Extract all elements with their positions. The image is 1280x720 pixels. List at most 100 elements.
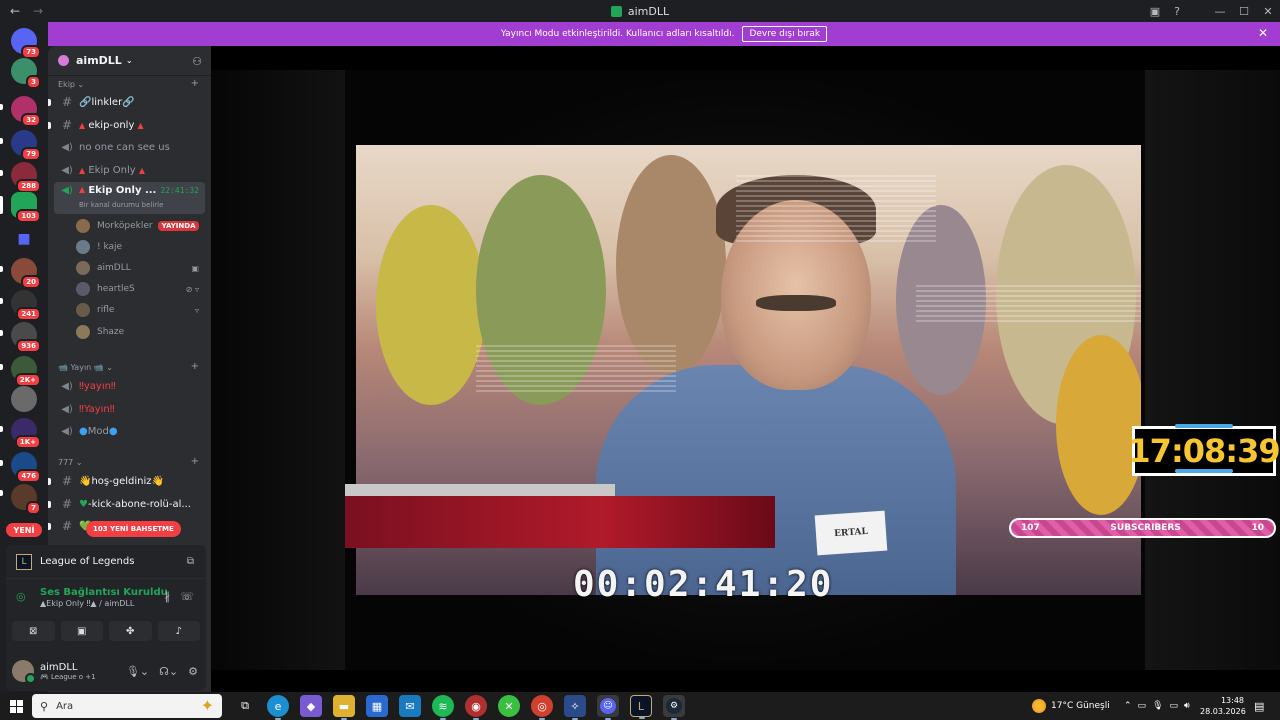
server-icon[interactable]: 79	[11, 130, 41, 161]
close-button[interactable]: ✕	[1256, 0, 1280, 22]
channel-hos-geldiniz[interactable]: # 👋hoş-geldiniz👋	[54, 471, 205, 491]
channel-mod[interactable]: ◀) ● Mod ●	[54, 421, 205, 441]
voice-member[interactable]: Morköpekler YAYINDA	[76, 216, 203, 236]
server-icon[interactable]: 936	[11, 322, 41, 353]
avatar	[76, 240, 90, 254]
league-client-icon[interactable]: L	[630, 695, 652, 719]
server-header[interactable]: aimDLL ⌄ ⚇	[48, 46, 211, 76]
title-bar: ← → aimDLL ▣ ? — ☐ ✕	[0, 0, 1280, 22]
mute-icon: ⊘ ▿	[185, 284, 199, 294]
tracker-icon[interactable]: ◉	[465, 695, 487, 720]
activity-name: League of Legends	[40, 556, 135, 567]
channel-ekip-only[interactable]: # ▲ ekip-only ▲	[54, 115, 205, 135]
channel-kick-abone[interactable]: # ♥ -kick-abone-rolü-al...	[54, 494, 205, 514]
voice-member[interactable]: Shaze	[76, 322, 203, 342]
weather-widget[interactable]: 17°C Güneşli	[1032, 692, 1110, 720]
headphones-icon[interactable]: ☊⌄	[159, 665, 178, 678]
activities-button[interactable]: ✤	[109, 621, 152, 641]
notification-icon[interactable]: ▤	[1254, 700, 1264, 713]
speaker-icon: ◀)	[61, 141, 73, 153]
channel-no-one-can-see-us[interactable]: ◀) no one can see us	[54, 137, 205, 157]
signal-icon[interactable]: ◎	[16, 590, 26, 603]
category-777[interactable]: 777 ⌄	[58, 458, 83, 467]
close-icon[interactable]: ✕	[1258, 26, 1268, 40]
subs-current: 107	[1021, 523, 1040, 533]
screen-share-button[interactable]: ▣	[60, 621, 103, 641]
server-icon[interactable]	[11, 386, 37, 412]
add-channel-icon[interactable]: +	[191, 78, 199, 89]
new-mentions-pill[interactable]: 103 YENİ BAHSETME	[86, 521, 181, 537]
server-icon[interactable]: 2K+	[11, 356, 41, 387]
server-icon[interactable]: 7	[11, 484, 41, 515]
server-icon[interactable]: 3	[11, 58, 41, 89]
app-tray-icon[interactable]: ▭	[1138, 701, 1147, 711]
server-icon[interactable]: 476	[11, 452, 41, 483]
name-tag: ERTAL	[814, 510, 888, 556]
server-icon[interactable]: 288	[11, 162, 41, 193]
channel-linkler[interactable]: # 🔗linkler🔗	[54, 92, 205, 112]
inbox-icon[interactable]: ▣	[1148, 4, 1162, 18]
task-view-icon[interactable]: ⧉	[234, 695, 256, 717]
add-channel-icon[interactable]: +	[191, 361, 199, 372]
gear-icon[interactable]: ⚙	[188, 665, 198, 678]
server-badge: 1K+	[14, 435, 41, 449]
server-icon[interactable]: 241	[11, 290, 41, 321]
disconnect-icon[interactable]: ☏	[180, 590, 194, 603]
screen-share-icon[interactable]: ⧉	[187, 556, 194, 567]
channel-yayin-2[interactable]: ◀) ‼Yayın‼	[54, 399, 205, 419]
server-icon[interactable]: 1K+	[11, 418, 41, 449]
steam-icon[interactable]: ⚙	[663, 695, 685, 720]
soundboard-button[interactable]: ♪	[157, 621, 200, 641]
minimize-button[interactable]: —	[1208, 0, 1232, 22]
user-panel: L League of Legends ⧉ ◎ Ses Bağlantısı K…	[6, 545, 206, 691]
taskbar-search[interactable]: ⚲ Ara ✦	[32, 694, 222, 718]
camera-off-button[interactable]: ⊠	[12, 621, 55, 641]
mail-icon[interactable]: ✉	[399, 695, 421, 717]
spotify-icon[interactable]: ≋	[432, 695, 454, 720]
store-icon[interactable]: ▦	[366, 695, 388, 717]
server-icon[interactable]: 73	[11, 28, 41, 59]
start-button[interactable]	[0, 692, 32, 720]
taskbar-clock[interactable]: 13:48 28.03.2026	[1200, 695, 1246, 717]
chevron-up-icon[interactable]: ⌃	[1124, 701, 1132, 711]
help-icon[interactable]: ?	[1170, 4, 1184, 18]
microphone-icon[interactable]: 🎙︎	[1152, 701, 1163, 711]
disable-streamer-mode-button[interactable]: Devre dışı bırak	[742, 26, 828, 42]
category-ekip[interactable]: Ekip ⌄	[58, 80, 84, 89]
username: aimDLL	[40, 661, 78, 673]
network-icon[interactable]: ▭	[1170, 701, 1179, 711]
activity-row[interactable]: L League of Legends ⧉	[6, 545, 206, 579]
edge-icon[interactable]: e	[267, 695, 289, 720]
server-icon-active[interactable]: 103	[11, 192, 41, 223]
voice-member[interactable]: heartleS ⊘ ▿	[76, 279, 203, 299]
add-person-icon[interactable]: ⚇	[192, 55, 202, 68]
chrome-icon[interactable]: ◎	[531, 695, 553, 720]
folder-icon[interactable]: ■	[11, 226, 37, 252]
volume-icon[interactable]: 🔊︎	[1184, 701, 1190, 711]
channel-yayin[interactable]: ◀) ‼yayın‼	[54, 376, 205, 396]
copilot-icon[interactable]: ◆	[300, 695, 322, 717]
voice-member[interactable]: rifle ▿	[76, 300, 203, 320]
channel-status-hint[interactable]: Bir kanal durumu belirle	[79, 201, 163, 209]
add-channel-icon[interactable]: +	[191, 456, 199, 467]
channel-ekip-only-active[interactable]: ◀) ▲ Ekip Only ... 22:41:32 Bir kanal dur…	[54, 182, 205, 214]
server-icon[interactable]: 32	[11, 96, 41, 127]
xbox-icon[interactable]: ✕	[498, 695, 520, 717]
voice-member[interactable]: ! kaje	[76, 237, 203, 257]
current-user[interactable]: aimDLL 🎮 League o +1 🎙︎⌄ ☊⌄ ⚙	[6, 651, 206, 691]
category-yayin[interactable]: 📹 Yayın 📹 ⌄	[58, 363, 113, 372]
game-launcher-icon[interactable]: ✧	[564, 695, 586, 720]
stream-view[interactable]: ERTAL 00:02:41:20 17:08:39 107 SUBSCRIBE…	[211, 46, 1280, 692]
microphone-icon[interactable]: 🎙︎⌄	[126, 665, 149, 678]
channel-ekip-only-voice[interactable]: ◀) ▲ Ekip Only ▲	[54, 160, 205, 180]
maximize-button[interactable]: ☐	[1232, 0, 1256, 22]
voice-member[interactable]: aimDLL ▣	[76, 258, 203, 278]
noise-suppression-icon[interactable]: ∦	[165, 590, 171, 603]
new-unreads-pill[interactable]: YENİ	[6, 523, 42, 537]
server-badge: 79	[21, 147, 41, 161]
file-explorer-icon[interactable]: ▬	[333, 695, 355, 720]
window-title-text: aimDLL	[627, 4, 670, 18]
server-icon[interactable]: 20	[11, 258, 41, 289]
avatar	[12, 660, 36, 684]
discord-icon[interactable]: ☺	[597, 695, 619, 720]
